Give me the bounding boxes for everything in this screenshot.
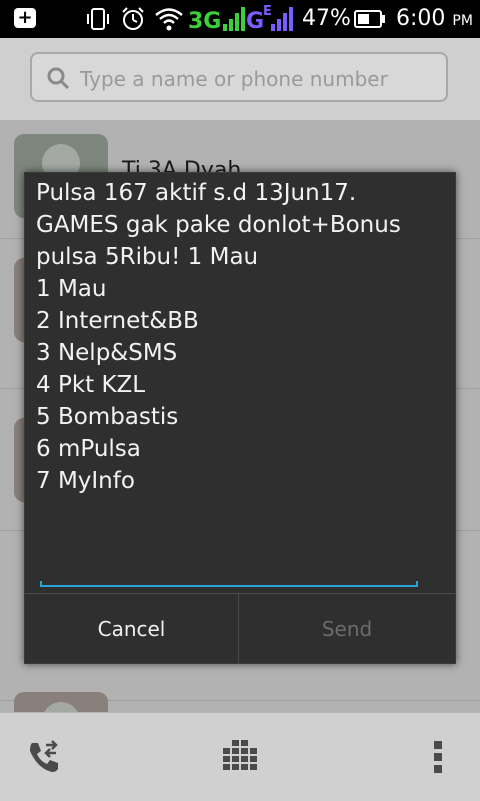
clock: 6:00 PM (396, 6, 473, 31)
battery-icon (354, 10, 385, 28)
signal-icon (271, 7, 293, 31)
search-area (0, 38, 480, 120)
battery-percent: 47% (302, 6, 351, 31)
bottom-action-bar (0, 712, 480, 801)
alarm-icon (122, 7, 144, 30)
cancel-button[interactable]: Cancel (25, 594, 239, 664)
search-input[interactable] (78, 64, 432, 94)
search-box[interactable] (30, 52, 448, 102)
send-button[interactable]: Send (240, 594, 454, 664)
search-icon (47, 67, 70, 90)
overflow-menu-icon[interactable] (430, 739, 446, 775)
notification-icon: + (14, 8, 36, 28)
message-line: 3 Nelp&SMS (36, 340, 178, 366)
message-line: pulsa 5Ribu! 1 Mau (36, 244, 259, 270)
message-line: 4 Pkt KZL (36, 372, 146, 398)
reply-input[interactable] (40, 565, 418, 587)
message-line: 7 MyInfo (36, 468, 135, 494)
dialog-button-bar: Cancel Send (25, 593, 455, 664)
message-line: 2 Internet&BB (36, 308, 199, 334)
clock-ampm: PM (452, 13, 473, 29)
network-3g-label: 3G (188, 9, 222, 34)
signal-icon (223, 7, 245, 31)
call-log-icon[interactable] (26, 739, 62, 775)
ussd-message: Pulsa 167 aktif s.d 13Jun17. GAMES gak p… (36, 177, 446, 497)
dialpad-icon[interactable] (220, 739, 260, 775)
network-e-label: G (246, 9, 265, 34)
status-bar: + 3G G E 47% 6:00 PM (0, 0, 480, 38)
message-line: 1 Mau (36, 276, 107, 302)
wifi-icon (155, 8, 183, 31)
message-line: Pulsa 167 aktif s.d 13Jun17. (36, 180, 357, 206)
clock-time: 6:00 (396, 6, 446, 31)
vibrate-icon (87, 8, 109, 30)
ussd-dialog: Pulsa 167 aktif s.d 13Jun17. GAMES gak p… (24, 172, 456, 664)
message-line: 5 Bombastis (36, 404, 179, 430)
message-line: 6 mPulsa (36, 436, 141, 462)
message-line: GAMES gak pake donlot+Bonus (36, 212, 401, 238)
